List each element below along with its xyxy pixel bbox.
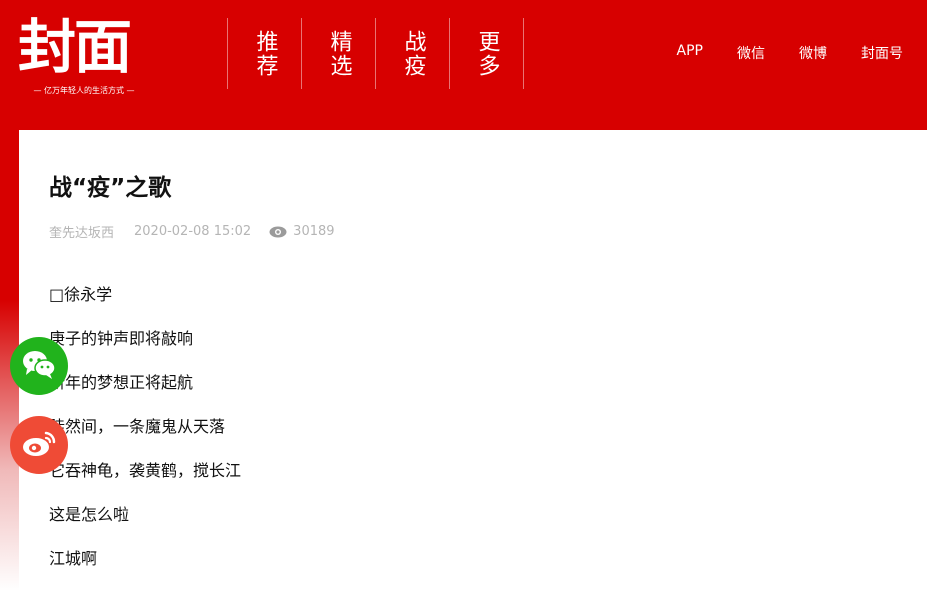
nav-item-featured[interactable]: 精选 bbox=[302, 18, 376, 89]
article-container: 战“疫”之歌 奎先达坂西 2020-02-08 15:02 30189 □徐永学… bbox=[19, 130, 927, 591]
nav-item-label: 推荐 bbox=[252, 29, 278, 78]
view-count: 30189 bbox=[293, 224, 335, 239]
header-link-fengmian-account[interactable]: 封面号 bbox=[861, 43, 903, 63]
header-link-app[interactable]: APP bbox=[677, 43, 703, 63]
header-link-wechat[interactable]: 微信 bbox=[737, 43, 765, 63]
article-date: 2020-02-08 15:02 bbox=[134, 224, 252, 239]
article-paragraph: 江城啊 bbox=[49, 549, 98, 568]
eye-icon bbox=[269, 226, 287, 238]
article-author[interactable]: 奎先达坂西 bbox=[49, 222, 114, 241]
header-link-weibo[interactable]: 微博 bbox=[799, 43, 827, 63]
nav-item-label: 战疫 bbox=[400, 29, 426, 78]
article-views: 30189 bbox=[269, 224, 335, 239]
logo-slogan: — 亿万年轻人的生活方式 — bbox=[33, 86, 135, 95]
share-weibo-button[interactable] bbox=[10, 416, 68, 474]
article-title: 战“疫”之歌 bbox=[49, 175, 172, 201]
article-paragraph: 新年的梦想正将起航 bbox=[49, 373, 194, 392]
site-logo[interactable]: 封面 — 亿万年轻人的生活方式 — bbox=[18, 12, 158, 102]
article-paragraph: 它吞神龟，袭黄鹤，搅长江 bbox=[49, 461, 242, 480]
article-body: □徐永学 庚子的钟声即将敲响 新年的梦想正将起航 陡然间，一条魔鬼从天落 它吞神… bbox=[49, 283, 241, 591]
share-wechat-button[interactable] bbox=[10, 337, 68, 395]
header-links: APP 微信 微博 封面号 bbox=[643, 43, 903, 63]
nav-item-recommend[interactable]: 推荐 bbox=[228, 18, 302, 89]
nav-item-label: 精选 bbox=[326, 29, 352, 78]
weibo-icon bbox=[20, 427, 58, 463]
logo-text: 封面 bbox=[18, 13, 132, 81]
nav-item-label: 更多 bbox=[474, 29, 500, 78]
article-paragraph: □徐永学 bbox=[49, 285, 113, 304]
article-paragraph: 这是怎么啦 bbox=[49, 505, 130, 524]
site-header: 封面 — 亿万年轻人的生活方式 — 推荐 精选 战疫 更多 APP 微信 微博 … bbox=[0, 0, 927, 130]
main-nav: 推荐 精选 战疫 更多 bbox=[227, 18, 524, 89]
wechat-icon bbox=[21, 348, 57, 384]
nav-item-fight-epidemic[interactable]: 战疫 bbox=[376, 18, 450, 89]
article-paragraph: 陡然间，一条魔鬼从天落 bbox=[49, 417, 226, 436]
nav-item-more[interactable]: 更多 bbox=[450, 18, 524, 89]
article-meta: 奎先达坂西 2020-02-08 15:02 30189 bbox=[49, 222, 335, 241]
article-paragraph: 庚子的钟声即将敲响 bbox=[49, 329, 194, 348]
